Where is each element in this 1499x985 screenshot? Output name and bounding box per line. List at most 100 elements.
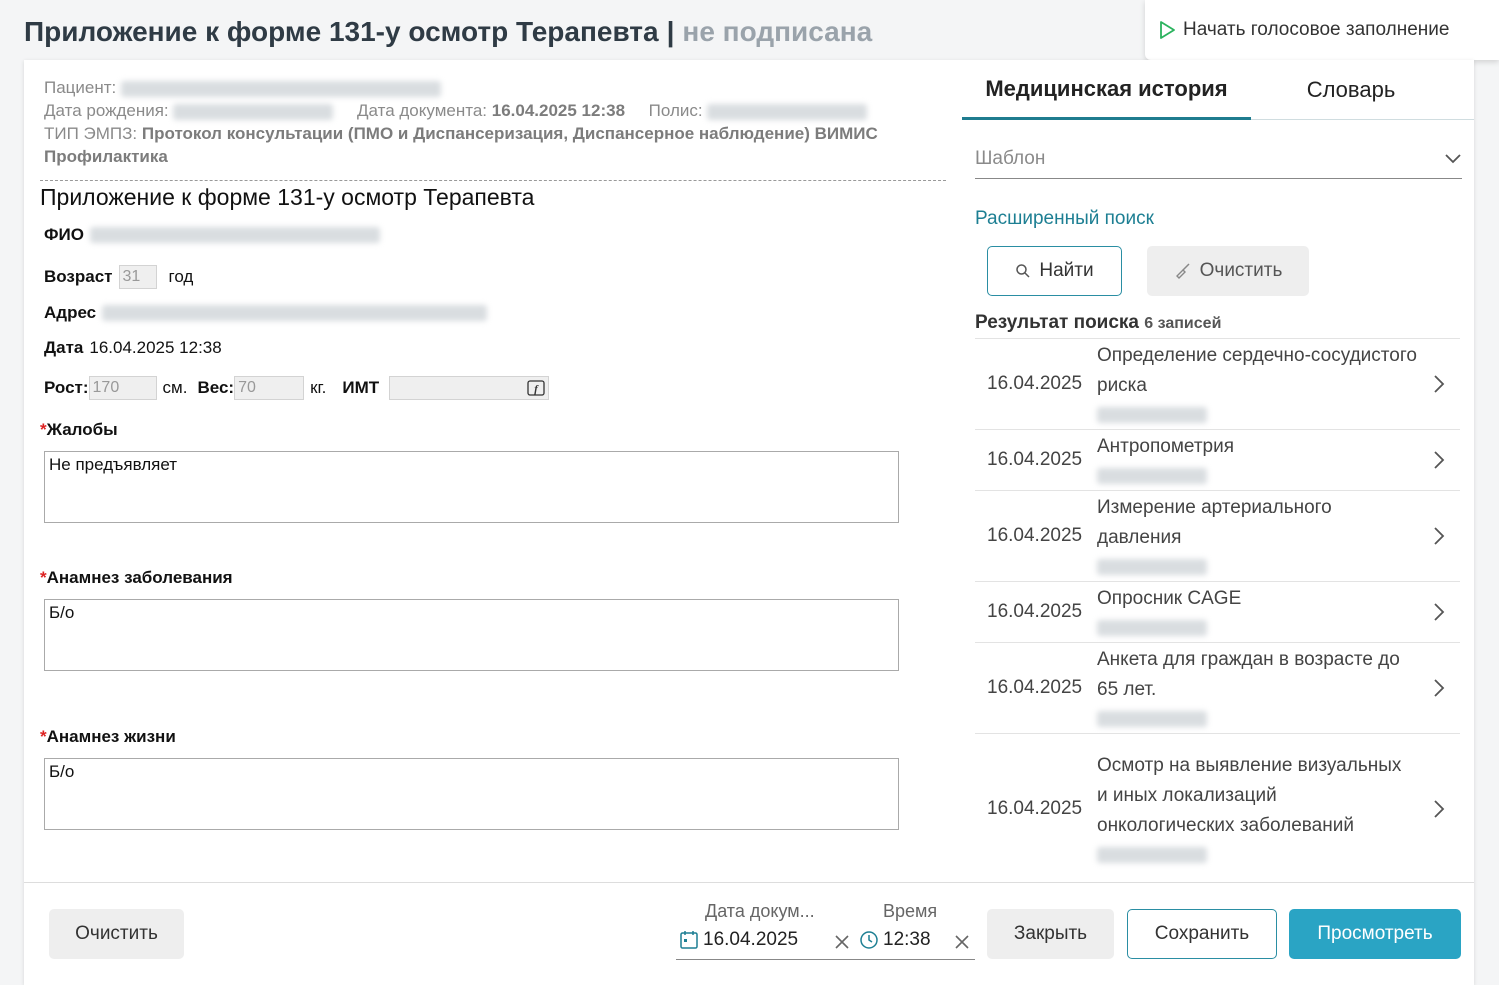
- age-label: Возраст: [44, 267, 113, 286]
- doc-date-value: 16.04.2025 12:38: [491, 101, 626, 120]
- time-field[interactable]: 12:38: [859, 929, 931, 951]
- list-item[interactable]: 16.04.2025 Осмотр на выявление визуальны…: [975, 733, 1460, 883]
- item-title: Антропометрия: [1097, 436, 1235, 457]
- item-title: Определение сердечно-сосудистого риска: [1097, 345, 1417, 396]
- list-item[interactable]: 16.04.2025 Измерение артериального давле…: [975, 490, 1460, 581]
- list-item[interactable]: 16.04.2025 Опросник CAGE: [975, 581, 1460, 642]
- play-icon: [1160, 21, 1175, 39]
- signature-status: не подписана: [682, 16, 873, 47]
- find-button-label: Найти: [1039, 260, 1094, 281]
- close-icon[interactable]: [954, 934, 970, 950]
- form-heading: Приложение к форме 131-у осмотр Терапевт…: [40, 184, 535, 210]
- measurements-row: Рост: 170 см. Вес: 70 кг. ИМТ f: [44, 376, 550, 400]
- weight-unit: кг.: [310, 378, 327, 397]
- tab-dictionary[interactable]: Словарь: [1251, 60, 1451, 120]
- history-panel: Медицинская история Словарь Шаблон Расши…: [962, 60, 1474, 882]
- item-date: 16.04.2025: [987, 677, 1083, 698]
- address-row: Адрес: [44, 303, 488, 323]
- search-icon: [1016, 264, 1030, 278]
- height-label: Рост:: [44, 378, 89, 397]
- age-row: Возраст 31 год: [44, 265, 193, 289]
- list-item[interactable]: 16.04.2025 Антропометрия: [975, 429, 1460, 490]
- template-placeholder: Шаблон: [975, 148, 1046, 169]
- time-field-label: Время: [883, 901, 938, 921]
- date-time-underline: [676, 959, 975, 960]
- height-field[interactable]: 170: [88, 376, 157, 400]
- clear-button[interactable]: Очистить: [49, 909, 184, 959]
- item-author: [1097, 841, 1417, 869]
- required-mark: *: [40, 420, 47, 439]
- voice-fill-button[interactable]: Начать голосовое заполнение: [1145, 0, 1499, 60]
- preview-button[interactable]: Просмотреть: [1289, 909, 1461, 959]
- fio-row: ФИО: [44, 225, 380, 245]
- date-label: Дата: [44, 338, 84, 357]
- doc-date-field-label: Дата докум...: [705, 901, 815, 921]
- bmi-field[interactable]: f: [389, 376, 550, 400]
- document-meta: Пациент: Дата рождения: Дата документа: …: [44, 76, 924, 168]
- age-field[interactable]: 31: [118, 265, 157, 289]
- complaints-textarea[interactable]: Не предъявляет: [44, 451, 899, 523]
- document-card: Пациент: Дата рождения: Дата документа: …: [24, 60, 1474, 985]
- address-label: Адрес: [44, 303, 97, 322]
- address-redacted: [102, 305, 488, 321]
- age-unit: год: [168, 267, 194, 286]
- time-field-value: 12:38: [883, 929, 931, 950]
- date-row: Дата 16.04.2025 12:38: [44, 338, 222, 358]
- page-title: Приложение к форме 131-у осмотр Терапевт…: [24, 16, 659, 47]
- template-select[interactable]: Шаблон: [975, 140, 1462, 179]
- result-count: 6 записей: [1144, 315, 1222, 332]
- item-body: Анкета для граждан в возрасте до 65 лет.: [1097, 643, 1417, 733]
- policy-redacted: [707, 103, 868, 120]
- chevron-right-icon: [1434, 451, 1445, 469]
- tab-bar: Медицинская история Словарь: [962, 60, 1474, 120]
- item-title: Опросник CAGE: [1097, 588, 1242, 609]
- fio-redacted: [89, 227, 380, 243]
- doc-date-field-value: 16.04.2025: [703, 929, 799, 950]
- bmi-label: ИМТ: [342, 378, 380, 397]
- required-mark: *: [40, 568, 47, 587]
- policy-label: Полис:: [648, 101, 703, 120]
- complaints-label: *Жалобы: [40, 420, 118, 439]
- advanced-search-link[interactable]: Расширенный поиск: [975, 208, 1154, 230]
- item-date: 16.04.2025: [987, 797, 1083, 819]
- list-item[interactable]: 16.04.2025 Определение сердечно-сосудист…: [975, 338, 1460, 429]
- life-history-label: *Анамнез жизни: [40, 727, 176, 746]
- divider: [40, 180, 946, 181]
- item-date: 16.04.2025: [987, 525, 1083, 546]
- item-body: Антропометрия: [1097, 430, 1417, 490]
- tab-medical-history[interactable]: Медицинская история: [962, 60, 1251, 120]
- item-body: Определение сердечно-сосудистого риска: [1097, 339, 1417, 429]
- emr-type-label: ТИП ЭМПЗ:: [44, 124, 138, 143]
- birth-date-label: Дата рождения:: [44, 101, 169, 120]
- item-body: Осмотр на выявление визуальных и иных ло…: [1097, 749, 1417, 869]
- patient-label: Пациент:: [44, 78, 117, 97]
- item-author: [1097, 462, 1417, 490]
- close-button[interactable]: Закрыть: [987, 909, 1114, 959]
- title-separator: |: [666, 16, 675, 47]
- save-button[interactable]: Сохранить: [1127, 909, 1277, 959]
- item-author: [1097, 614, 1417, 642]
- emr-type-value: Протокол консультации (ПМО и Диспансериз…: [44, 124, 878, 166]
- weight-field[interactable]: 70: [234, 376, 305, 400]
- chevron-right-icon: [1434, 375, 1445, 393]
- required-mark: *: [40, 727, 47, 746]
- item-date: 16.04.2025: [987, 601, 1083, 622]
- weight-label: Вес:: [197, 378, 235, 397]
- height-unit: см.: [162, 378, 188, 397]
- search-result-title: Результат поиска 6 записей: [975, 312, 1222, 333]
- calendar-icon: [680, 931, 698, 949]
- footer-toolbar: Очистить Дата докум... 16.04.2025 Время …: [24, 882, 1474, 985]
- item-title: Измерение артериального давления: [1097, 497, 1332, 548]
- list-item[interactable]: 16.04.2025 Анкета для граждан в возрасте…: [975, 642, 1460, 733]
- find-button[interactable]: Найти: [987, 246, 1122, 296]
- disease-history-textarea[interactable]: Б/о: [44, 599, 899, 671]
- clear-search-button[interactable]: Очистить: [1147, 246, 1309, 296]
- doc-date-field[interactable]: 16.04.2025: [679, 929, 798, 951]
- item-body: Опросник CAGE: [1097, 582, 1417, 642]
- function-icon[interactable]: f: [527, 380, 545, 396]
- voice-fill-label: Начать голосовое заполнение: [1183, 19, 1450, 40]
- life-history-textarea[interactable]: Б/о: [44, 758, 899, 830]
- page-header: Приложение к форме 131-у осмотр Терапевт…: [24, 12, 872, 52]
- close-icon[interactable]: [834, 934, 850, 950]
- date-value: 16.04.2025 12:38: [89, 338, 222, 357]
